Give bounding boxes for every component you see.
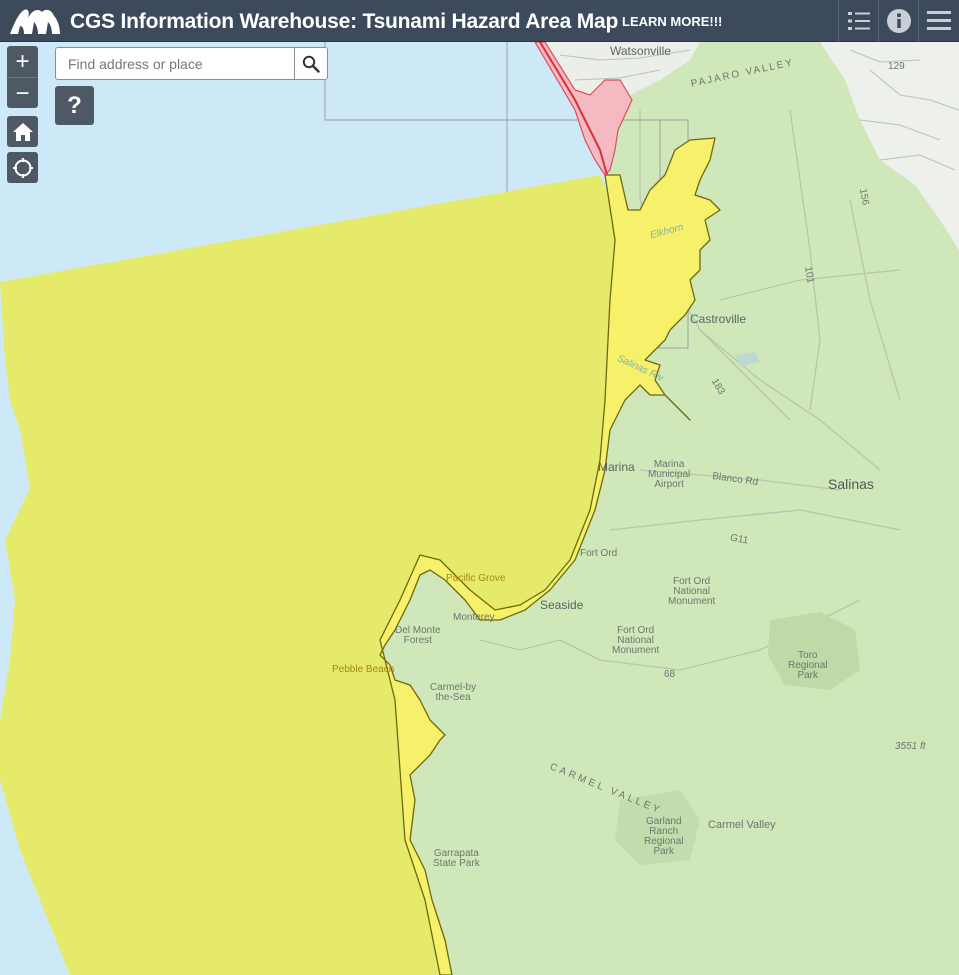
legend-button[interactable] (838, 0, 879, 42)
label-del-monte-forest: Del Monte Forest (395, 625, 441, 646)
label-pebble-beach: Pebble Beach (332, 664, 395, 675)
learn-more-link[interactable]: LEARN MORE!!! (622, 14, 722, 29)
menu-icon (927, 11, 951, 30)
label-castroville: Castroville (690, 312, 747, 326)
label-marina: Marina (598, 460, 635, 474)
search-box (55, 47, 328, 80)
label-watsonville: Watsonville (610, 44, 671, 58)
locate-button[interactable] (7, 152, 38, 183)
label-fort-ord: Fort Ord (580, 548, 618, 559)
zoom-control: + − (7, 46, 38, 108)
zoom-out-button[interactable]: − (7, 78, 38, 109)
map-canvas (0, 42, 959, 975)
map-view[interactable]: Watsonville PAJARO VALLEY Castroville El… (0, 42, 959, 975)
search-button[interactable] (294, 48, 327, 79)
menu-button[interactable] (918, 0, 959, 42)
label-route-68: 68 (664, 669, 676, 680)
label-fort-ord-monument-1: Fort Ord National Monument (668, 576, 716, 607)
app-header: CGS Information Warehouse: Tsunami Hazar… (0, 0, 959, 42)
info-button[interactable] (878, 0, 919, 42)
home-icon (12, 122, 33, 141)
search-input[interactable] (56, 48, 306, 79)
label-salinas: Salinas (828, 476, 874, 492)
label-route-101: 101 (801, 265, 816, 285)
label-carmel: Carmel-by the-Sea (430, 682, 477, 703)
label-seaside: Seaside (540, 598, 584, 612)
label-monterey: Monterey (453, 612, 495, 623)
label-route-156: 156 (856, 187, 871, 207)
label-garrapata-park: Garrapata State Park (433, 848, 480, 869)
label-garland-park: Garland Ranch Regional Park (644, 816, 684, 857)
label-elevation: 3551 ft (895, 741, 926, 752)
label-carmel-valley-town: Carmel Valley (708, 819, 776, 831)
locate-icon (12, 157, 33, 178)
legend-icon (848, 12, 870, 30)
label-toro-park: Toro Regional Park (788, 650, 828, 681)
label-route-129: 129 (888, 61, 905, 72)
page-title: CGS Information Warehouse: Tsunami Hazar… (70, 10, 619, 33)
search-icon (302, 55, 320, 73)
label-pacific-grove: Pacific Grove (446, 573, 506, 584)
cgs-bear-logo[interactable] (8, 4, 62, 38)
label-marina-airport: Marina Municipal Airport (648, 459, 691, 490)
label-fort-ord-monument-2: Fort Ord National Monument (612, 625, 660, 656)
help-button[interactable]: ? (55, 86, 94, 125)
zoom-in-button[interactable]: + (7, 46, 38, 78)
home-button[interactable] (7, 116, 38, 147)
info-icon (887, 9, 911, 33)
